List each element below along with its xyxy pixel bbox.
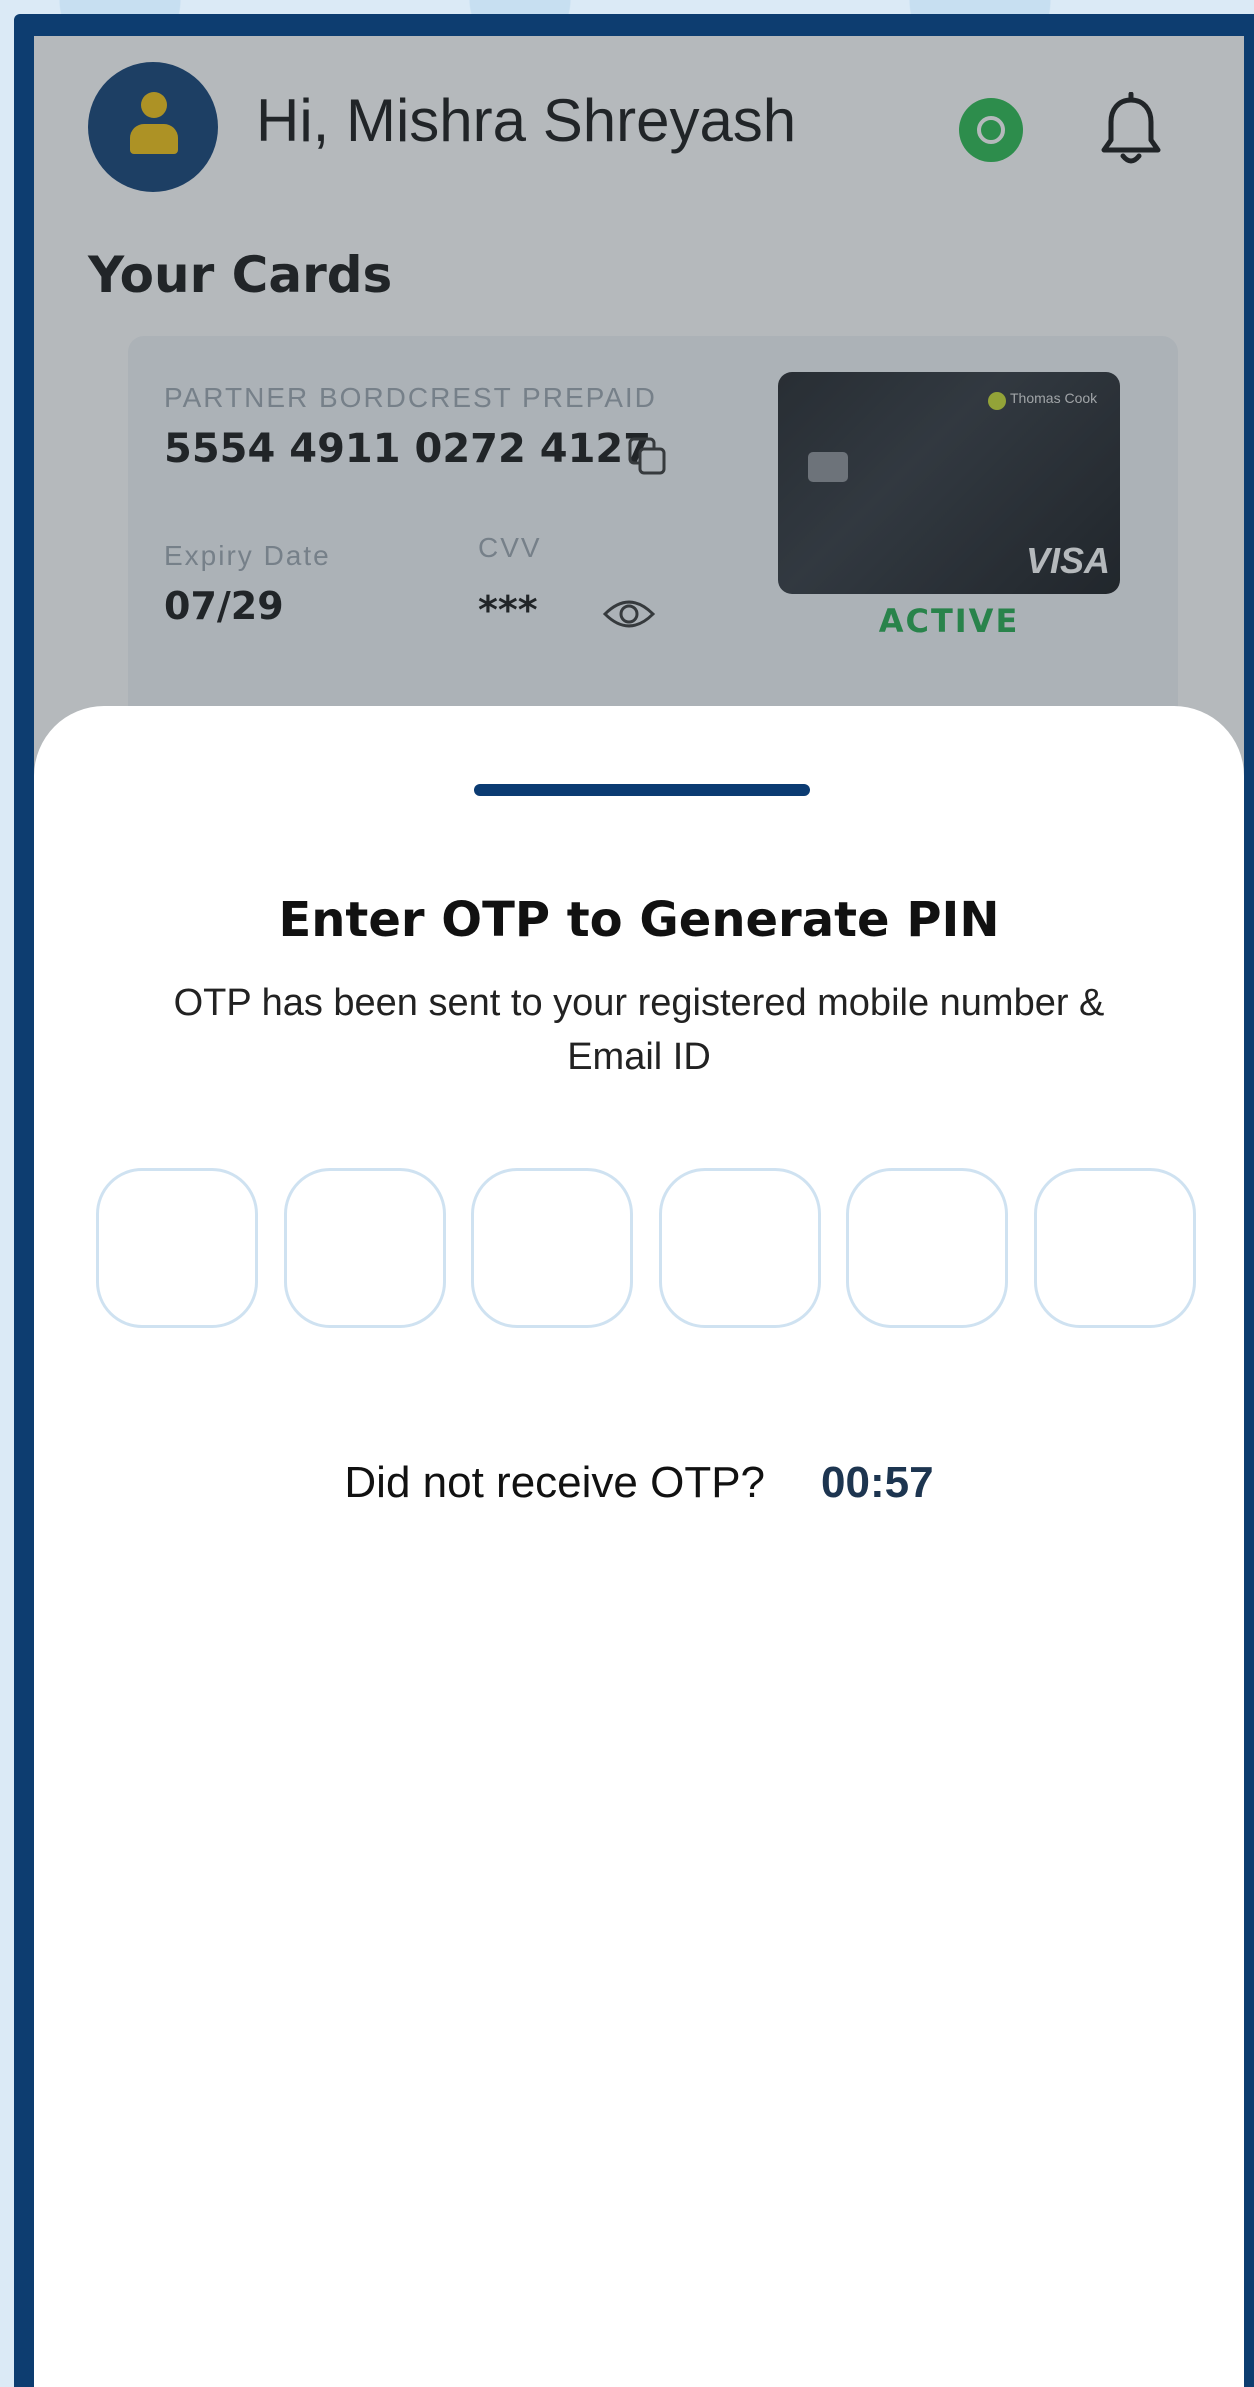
otp-digit-1[interactable] <box>96 1168 258 1328</box>
otp-digit-4[interactable] <box>658 1168 821 1328</box>
otp-sheet-subtitle: OTP has been sent to your registered mob… <box>173 982 1105 1078</box>
otp-sheet-title: Enter OTP to Generate PIN <box>278 892 1000 948</box>
modal-backdrop[interactable] <box>34 36 1244 796</box>
otp-input-row <box>96 1168 1196 1332</box>
resend-otp-label: Did not receive OTP? <box>344 1458 766 1507</box>
otp-digit-3[interactable] <box>471 1168 634 1328</box>
resend-timer: 00:57 <box>821 1458 934 1507</box>
otp-digit-6[interactable] <box>1033 1168 1196 1328</box>
otp-digit-5[interactable] <box>846 1168 1009 1328</box>
app-screen: Hi, Mishra Shreyash Your Cards PARTNER B… <box>34 36 1244 2387</box>
resend-otp-row: Did not receive OTP? 00:57 <box>34 1458 1244 1508</box>
otp-bottom-sheet: Enter OTP to Generate PIN OTP has been s… <box>34 706 1244 2387</box>
otp-digit-2[interactable] <box>283 1168 446 1328</box>
sheet-drag-handle[interactable] <box>474 784 810 796</box>
